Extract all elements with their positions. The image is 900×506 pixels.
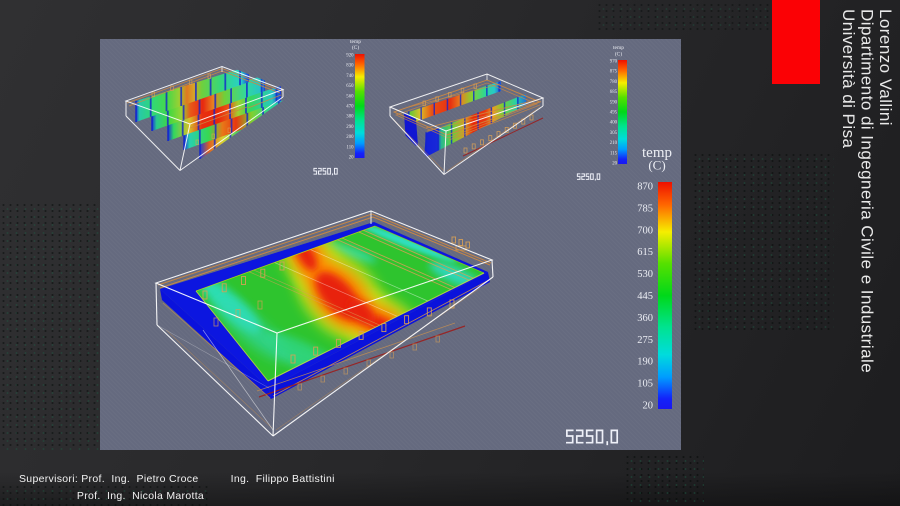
svg-text:970: 970 xyxy=(610,60,618,65)
svg-text:870: 870 xyxy=(637,182,653,193)
svg-text:700: 700 xyxy=(637,225,653,236)
svg-text:380: 380 xyxy=(346,115,354,120)
svg-text:785: 785 xyxy=(637,203,653,214)
svg-text:360: 360 xyxy=(637,313,653,324)
svg-text:20: 20 xyxy=(349,156,354,161)
svg-text:275: 275 xyxy=(637,335,653,346)
svg-text:875: 875 xyxy=(610,70,618,75)
svg-text:740: 740 xyxy=(346,74,354,79)
svg-text:20: 20 xyxy=(643,401,654,412)
svg-text:290: 290 xyxy=(346,125,354,130)
svg-text:190: 190 xyxy=(637,357,653,368)
svg-text:685: 685 xyxy=(610,90,618,95)
svg-text:780: 780 xyxy=(610,80,618,85)
svg-text:650: 650 xyxy=(346,84,354,89)
svg-text:305: 305 xyxy=(610,131,618,136)
svg-text:(C): (C) xyxy=(648,158,665,173)
svg-text:110: 110 xyxy=(346,145,354,150)
svg-text:400: 400 xyxy=(610,121,618,126)
svg-text:560: 560 xyxy=(346,94,354,99)
svg-text:920: 920 xyxy=(346,54,354,59)
svg-text:530: 530 xyxy=(637,269,653,280)
svg-text:470: 470 xyxy=(346,105,354,110)
svg-text:(C): (C) xyxy=(352,44,360,51)
svg-text:200: 200 xyxy=(346,135,354,140)
svg-text:495: 495 xyxy=(610,111,618,116)
svg-text:590: 590 xyxy=(610,100,618,105)
svg-text:830: 830 xyxy=(346,64,354,69)
svg-text:210: 210 xyxy=(610,141,618,146)
svg-text:445: 445 xyxy=(637,291,653,302)
svg-text:temp: temp xyxy=(613,45,624,51)
svg-text:20: 20 xyxy=(612,162,617,167)
svg-text:105: 105 xyxy=(637,379,653,390)
svg-text:615: 615 xyxy=(637,247,653,258)
svg-text:(C): (C) xyxy=(615,51,623,58)
svg-text:115: 115 xyxy=(610,151,618,156)
